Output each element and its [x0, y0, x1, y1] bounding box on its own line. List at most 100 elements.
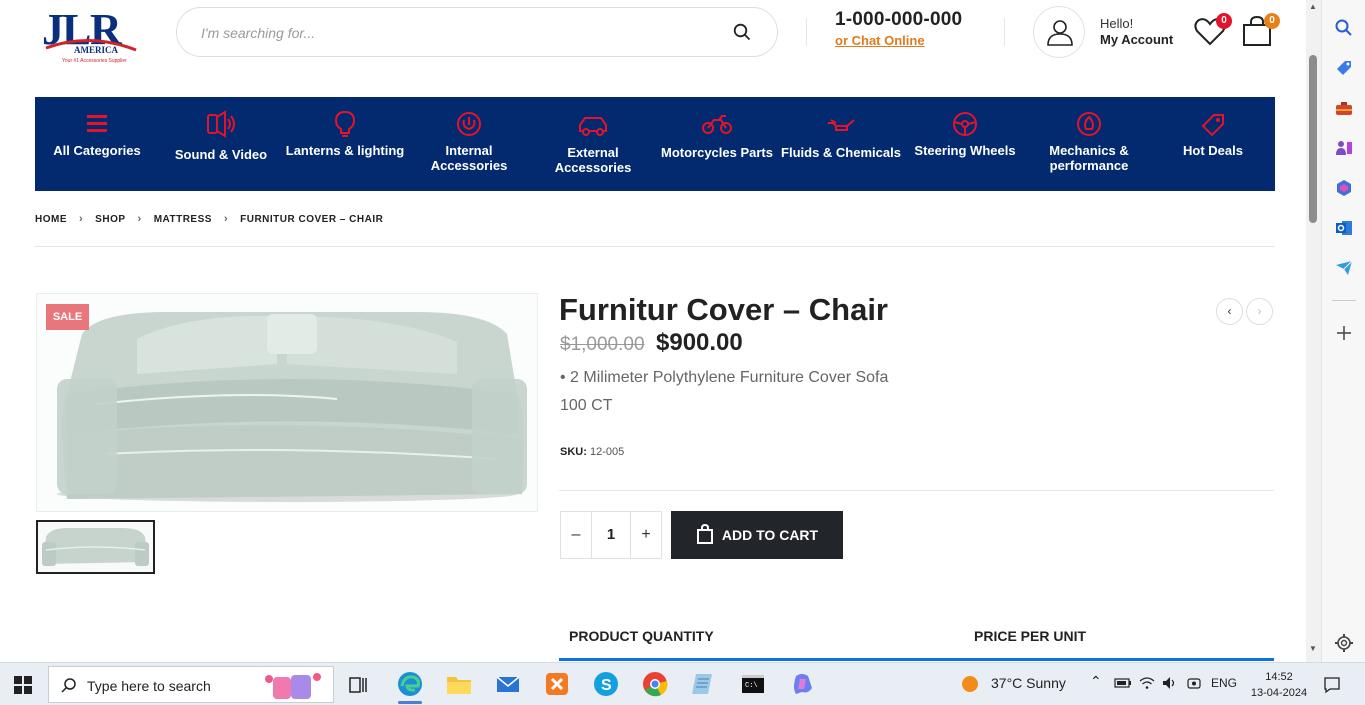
volume-icon[interactable]	[1162, 676, 1178, 693]
shopping-tag-icon[interactable]	[1334, 58, 1354, 78]
nav-all-categories[interactable]: All Categories	[35, 97, 159, 191]
cart-count-badge: 0	[1264, 13, 1280, 29]
notifications-icon[interactable]	[1323, 676, 1341, 699]
outlook-icon[interactable]	[1334, 218, 1354, 238]
sidebar-search-icon[interactable]	[1334, 18, 1354, 38]
language-indicator[interactable]: ENG	[1211, 676, 1237, 690]
qty-decrease-button[interactable]: –	[561, 512, 591, 558]
product-main-image[interactable]	[36, 293, 538, 512]
file-explorer-icon[interactable]	[445, 670, 473, 698]
scroll-up-arrow[interactable]: ▲	[1309, 2, 1317, 11]
nav-mechanics-performance[interactable]: Mechanics & performance	[1027, 97, 1151, 191]
nav-label: External Accessories	[554, 145, 632, 175]
scrollbar-thumb[interactable]	[1309, 55, 1317, 223]
camera-privacy-icon[interactable]	[1186, 676, 1202, 693]
microsoft-365-icon[interactable]	[1334, 178, 1354, 198]
nav-internal-accessories[interactable]: Internal Accessories	[407, 97, 531, 191]
svg-text:C:\: C:\	[745, 682, 758, 690]
next-product-button[interactable]: ›	[1246, 298, 1273, 325]
qty-increase-button[interactable]: +	[631, 512, 661, 558]
header-divider	[806, 18, 807, 46]
breadcrumb-current: FURNITUR COVER – CHAIR	[240, 213, 384, 225]
chevron-left-icon: ‹	[1227, 304, 1232, 318]
qty-input[interactable]: 1	[591, 512, 631, 558]
sku-value: 12-005	[589, 446, 625, 458]
header-divider	[1004, 18, 1005, 46]
terminal-icon[interactable]: C:\	[739, 670, 767, 698]
settings-gear-icon[interactable]	[1334, 633, 1354, 653]
chrome-icon[interactable]	[641, 670, 669, 698]
system-clock[interactable]: 14:52 13-04-2024	[1248, 669, 1310, 701]
car-icon	[577, 109, 609, 139]
browser-sidebar	[1321, 0, 1365, 662]
mail-icon[interactable]	[494, 670, 522, 698]
weather-sun-icon[interactable]	[960, 674, 980, 699]
search-icon[interactable]	[733, 23, 751, 46]
toolbox-icon[interactable]	[1334, 98, 1354, 118]
nav-label: Lanterns & lighting	[285, 143, 405, 158]
chevron-right-icon: ›	[79, 213, 84, 225]
weather-text[interactable]: 37°C Sunny	[991, 675, 1066, 691]
add-icon[interactable]	[1334, 323, 1354, 343]
nav-label: Internal Accessories	[430, 143, 508, 173]
nav-motorcycles-parts[interactable]: Motorcycles Parts	[655, 97, 779, 191]
page-scrollbar[interactable]: ▲ ▼	[1306, 0, 1321, 662]
breadcrumb-shop[interactable]: SHOP	[95, 214, 125, 225]
clock-time: 14:52	[1265, 671, 1293, 683]
prev-product-button[interactable]: ‹	[1216, 298, 1243, 325]
account-icon[interactable]	[1033, 6, 1085, 58]
gauge-icon	[1073, 109, 1105, 139]
nav-label: All Categories	[53, 143, 141, 158]
scroll-down-arrow[interactable]: ▼	[1309, 644, 1317, 653]
add-to-cart-button[interactable]: ADD TO CART	[671, 511, 843, 559]
breadcrumb-home[interactable]: HOME	[35, 214, 67, 225]
nav-lanterns-lighting[interactable]: Lanterns & lighting	[283, 97, 407, 191]
svg-text:Your #1 Accessories Supplier: Your #1 Accessories Supplier	[62, 58, 127, 64]
games-icon[interactable]	[1334, 138, 1354, 158]
search-box[interactable]	[176, 7, 778, 57]
notepad-icon[interactable]	[690, 670, 718, 698]
chevron-up-icon[interactable]: ⌃	[1090, 673, 1102, 690]
wifi-icon[interactable]	[1139, 676, 1155, 693]
edge-browser-icon[interactable]	[396, 670, 424, 704]
svg-text:S: S	[601, 677, 612, 694]
nav-external-accessories[interactable]: External Accessories	[531, 97, 655, 191]
search-input[interactable]	[201, 22, 721, 44]
chevron-right-icon: ›	[137, 213, 142, 225]
send-icon[interactable]	[1334, 258, 1354, 278]
nav-label: Steering Wheels	[914, 143, 1016, 158]
site-logo[interactable]: J L R AMERICA Your #1 Accessories Suppli…	[40, 4, 140, 66]
product-sku: SKU: 12-005	[560, 446, 624, 458]
battery-icon[interactable]	[1114, 676, 1132, 693]
table-header-underline	[559, 658, 1274, 661]
nav-fluids-chemicals[interactable]: Fluids & Chemicals	[779, 97, 903, 191]
shopping-bag-icon	[696, 523, 714, 547]
nav-steering-wheels[interactable]: Steering Wheels	[903, 97, 1027, 191]
sale-badge: SALE	[46, 304, 89, 330]
sidebar-divider	[1332, 300, 1356, 301]
menu-icon	[81, 109, 113, 139]
product-thumbnail[interactable]	[36, 520, 155, 574]
breadcrumb-mattress[interactable]: MATTRESS	[154, 214, 212, 225]
breadcrumb: HOME › SHOP › MATTRESS › FURNITUR COVER …	[35, 213, 383, 225]
nav-label: Fluids & Chemicals	[781, 145, 901, 160]
task-view-icon[interactable]	[348, 675, 368, 700]
nav-sound-video[interactable]: Sound & Video	[159, 97, 283, 191]
clock-date: 13-04-2024	[1250, 687, 1308, 699]
nav-hot-deals[interactable]: Hot Deals	[1151, 97, 1275, 191]
travel-luggage-icon	[263, 671, 325, 705]
skype-icon[interactable]: S	[592, 670, 620, 698]
summary-divider	[559, 490, 1274, 491]
chevron-right-icon: ›	[223, 213, 229, 225]
xampp-icon[interactable]	[543, 670, 571, 698]
product-short-description-2: 100 CT	[560, 397, 613, 414]
breadcrumb-divider	[35, 246, 1275, 247]
copilot-icon[interactable]	[788, 670, 816, 698]
product-short-description: • 2 Milimeter Polythylene Furniture Cove…	[560, 369, 889, 386]
taskbar-search[interactable]: Type here to search	[48, 666, 334, 703]
my-account-link[interactable]: My Account	[1100, 32, 1173, 47]
windows-start-icon[interactable]	[14, 676, 32, 699]
product-title: Furnitur Cover – Chair	[559, 292, 888, 327]
account-greeting: Hello!	[1100, 16, 1134, 31]
chat-online-link[interactable]: or Chat Online	[835, 33, 925, 48]
